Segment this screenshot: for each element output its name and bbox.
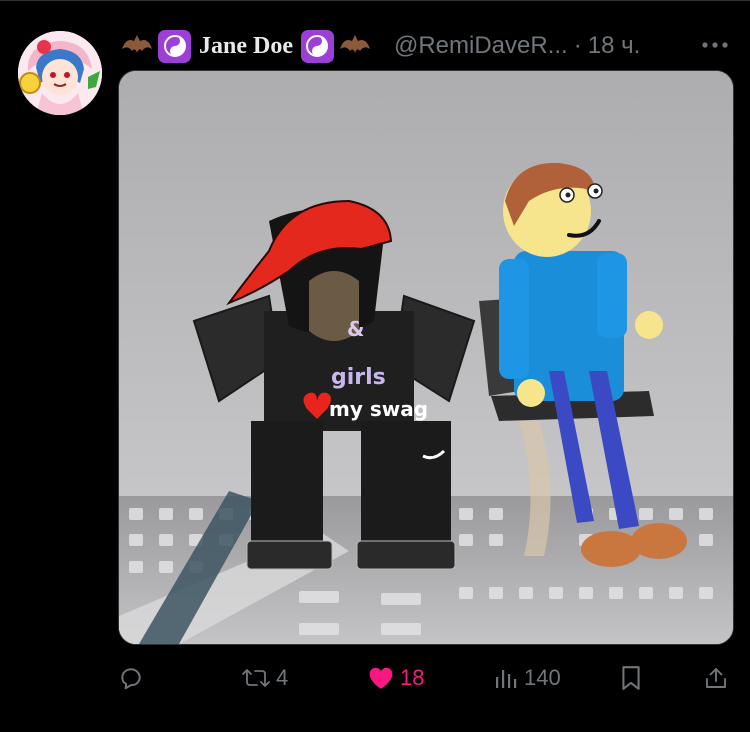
avatar-image [18, 31, 102, 115]
separator-dot: · [573, 32, 582, 59]
tweet-media[interactable]: & girls my swag [118, 70, 734, 645]
yin-yang-icon [158, 29, 191, 63]
bookmark-icon [622, 666, 640, 690]
svg-text:girls: girls [331, 365, 386, 390]
svg-text:my swag: my swag [329, 397, 428, 421]
bat-icon [120, 29, 154, 63]
more-options-button[interactable] [700, 38, 730, 52]
author-name[interactable]: Jane Doe [199, 33, 293, 60]
avatar[interactable] [18, 31, 102, 115]
tweet-actions: 4 18 140 [0, 656, 750, 700]
yin-yang-icon [300, 29, 334, 63]
views-count: 140 [524, 665, 561, 690]
share-button[interactable] [704, 656, 728, 700]
heart-icon [369, 667, 393, 689]
share-icon [706, 668, 726, 688]
reply-button[interactable] [118, 656, 144, 700]
like-count: 18 [400, 665, 425, 690]
reply-icon [121, 668, 141, 690]
media-image: & girls my swag [119, 71, 733, 644]
views-button[interactable]: 140 [494, 656, 561, 700]
svg-text:&: & [347, 317, 364, 341]
more-icon [702, 42, 728, 48]
tweet-header: Jane Doe @RemiDaveR... · 18 ч. [120, 26, 640, 66]
author-handle[interactable]: @RemiDaveR... [394, 32, 568, 60]
timestamp[interactable]: 18 ч. [588, 32, 641, 60]
timeline-divider [0, 0, 750, 1]
bat-icon [338, 29, 372, 63]
like-button[interactable]: 18 [368, 656, 424, 700]
bookmark-button[interactable] [620, 656, 642, 700]
retweet-button[interactable]: 4 [242, 656, 288, 700]
retweet-count: 4 [276, 665, 289, 690]
views-icon [496, 670, 517, 688]
retweet-icon [242, 669, 270, 687]
